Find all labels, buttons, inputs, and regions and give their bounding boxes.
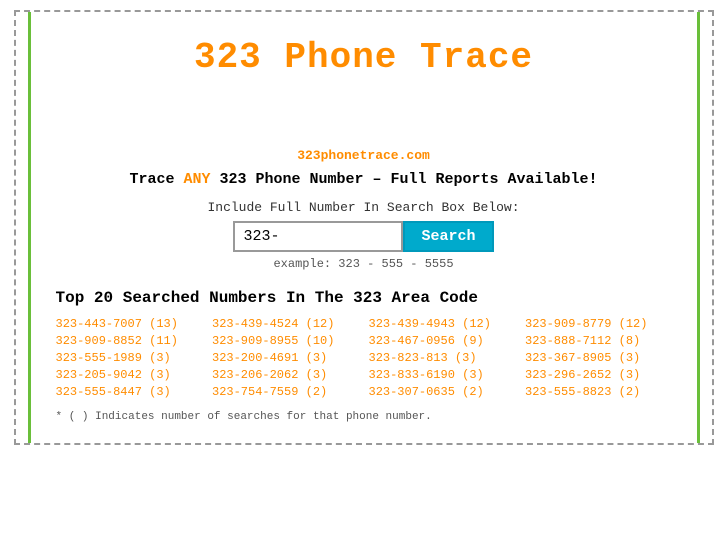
number-link[interactable]: 323-206-2062 (3) bbox=[212, 368, 359, 382]
tagline-suffix: 323 Phone Number – Full Reports Availabl… bbox=[210, 171, 597, 188]
number-link[interactable]: 323-200-4691 (3) bbox=[212, 351, 359, 365]
number-link[interactable]: 323-909-8779 (12) bbox=[525, 317, 672, 331]
tagline: Trace ANY 323 Phone Number – Full Report… bbox=[56, 171, 672, 188]
footnote: * ( ) Indicates number of searches for t… bbox=[56, 411, 672, 423]
left-border bbox=[28, 12, 31, 443]
number-link[interactable]: 323-888-7112 (8) bbox=[525, 334, 672, 348]
number-link[interactable]: 323-367-8905 (3) bbox=[525, 351, 672, 365]
search-label: Include Full Number In Search Box Below: bbox=[56, 200, 672, 215]
numbers-grid: 323-443-7007 (13) 323-439-4524 (12) 323-43… bbox=[56, 317, 672, 399]
number-link[interactable]: 323-823-813 (3) bbox=[369, 351, 516, 365]
outer-border: 323 Phone Trace 323phonetrace.com Trace … bbox=[14, 10, 714, 445]
number-link[interactable]: 323-555-8823 (2) bbox=[525, 385, 672, 399]
number-link[interactable]: 323-439-4524 (12) bbox=[212, 317, 359, 331]
site-title: 323 Phone Trace bbox=[56, 22, 672, 88]
search-example: example: 323 - 555 - 5555 bbox=[56, 257, 672, 271]
number-link[interactable]: 323-909-8852 (11) bbox=[56, 334, 203, 348]
tagline-section: 323phonetrace.com Trace ANY 323 Phone Nu… bbox=[56, 148, 672, 271]
number-link[interactable]: 323-307-0635 (2) bbox=[369, 385, 516, 399]
number-link[interactable]: 323-754-7559 (2) bbox=[212, 385, 359, 399]
number-link[interactable]: 323-833-6190 (3) bbox=[369, 368, 516, 382]
number-link[interactable]: 323-555-8447 (3) bbox=[56, 385, 203, 399]
main-content: 323 Phone Trace 323phonetrace.com Trace … bbox=[16, 12, 712, 443]
search-button[interactable]: Search bbox=[403, 221, 493, 252]
number-link[interactable]: 323-296-2652 (3) bbox=[525, 368, 672, 382]
site-url: 323phonetrace.com bbox=[56, 148, 672, 163]
number-link[interactable]: 323-443-7007 (13) bbox=[56, 317, 203, 331]
number-link[interactable]: 323-555-1989 (3) bbox=[56, 351, 203, 365]
number-link[interactable]: 323-909-8955 (10) bbox=[212, 334, 359, 348]
tagline-prefix: Trace bbox=[129, 171, 183, 188]
tagline-highlight: ANY bbox=[183, 171, 210, 188]
number-link[interactable]: 323-439-4943 (12) bbox=[369, 317, 516, 331]
right-border bbox=[697, 12, 700, 443]
search-input[interactable] bbox=[233, 221, 403, 252]
number-link[interactable]: 323-205-9042 (3) bbox=[56, 368, 203, 382]
top-numbers-title: Top 20 Searched Numbers In The 323 Area … bbox=[56, 289, 672, 307]
top-numbers-section: Top 20 Searched Numbers In The 323 Area … bbox=[56, 289, 672, 423]
number-link[interactable]: 323-467-0956 (9) bbox=[369, 334, 516, 348]
search-row: Search bbox=[56, 221, 672, 252]
